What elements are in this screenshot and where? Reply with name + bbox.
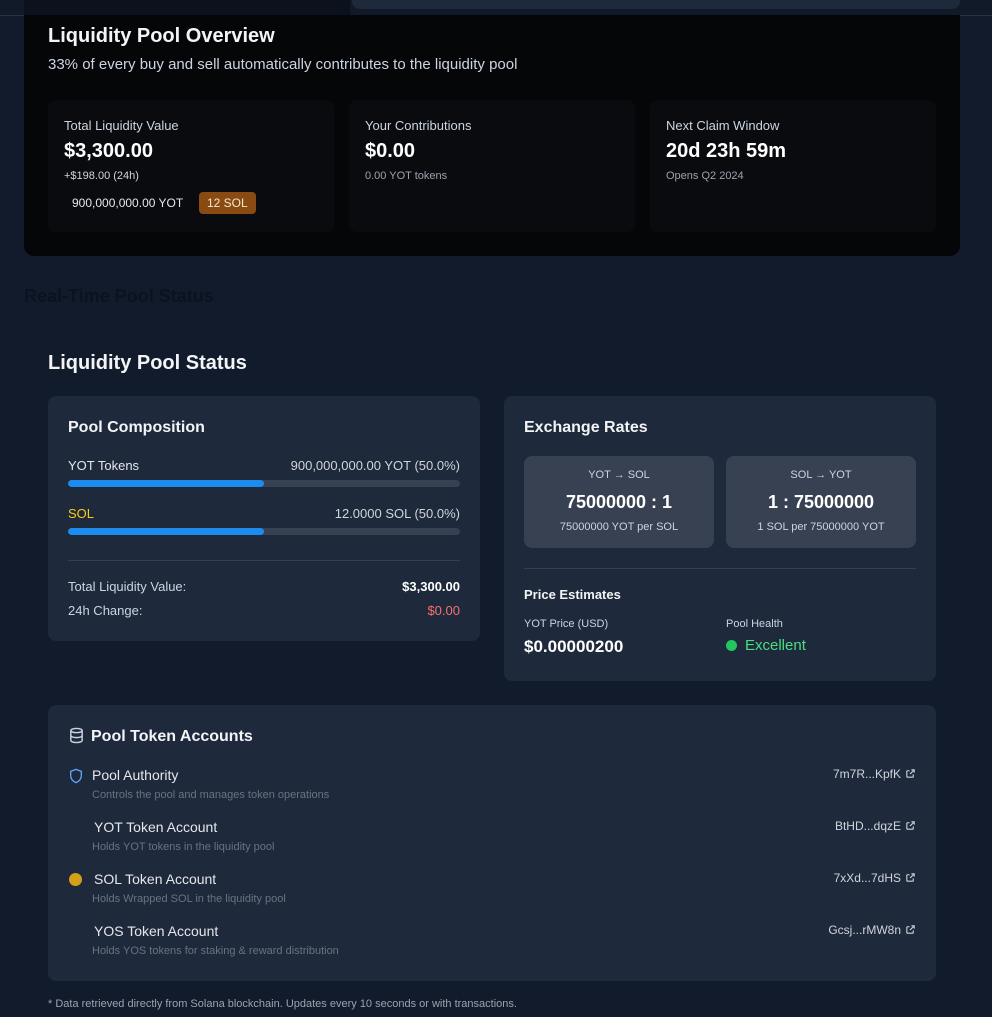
yot-price-label: YOT Price (USD) [524,618,609,630]
rate-ratio: 75000000 : 1 [565,492,673,512]
account-address: 7xXd...7dHS [833,871,901,885]
shield-icon [70,768,82,784]
card-label: Next Claim Window [666,118,780,133]
price-estimates-title: Price Estimates [524,587,621,602]
account-address: BtHD...dqzE [834,819,901,833]
card-detail: Opens Q2 2024 [666,170,744,182]
pool-composition-panel: Pool Composition YOT Tokens 900,000,000.… [48,396,480,641]
change-24h-value: $0.00 [427,603,460,618]
exchange-rates-title: Exchange Rates [524,419,648,436]
external-link-icon [906,873,915,882]
account-address: Gcsj...rMW8n [828,923,901,937]
rate-ratio: 1 : 75000000 [767,492,875,512]
composition-amount: 900,000,000.00 YOT (50.0%) [290,458,460,473]
account-desc: Holds Wrapped SOL in the liquidity pool [92,893,286,905]
rate-box-yot-sol: YOT → SOL 75000000 : 1 75000000 YOT per … [524,456,714,548]
divider [524,568,916,569]
yot-balance-badge: 900,000,000.00 YOT [64,192,192,214]
total-liquidity-card: Total Liquidity Value $3,300.00 +$198.00… [48,100,334,232]
pool-token-accounts-header: Pool Token Accounts [68,727,253,746]
total-liquidity-label: Total Liquidity Value: [68,579,187,594]
pool-composition-title: Pool Composition [68,419,205,436]
composition-bar-fill [68,480,264,487]
data-footnote: * Data retrieved directly from Solana bl… [48,998,517,1010]
card-detail: +$198.00 (24h) [64,170,139,182]
external-link-icon [906,821,915,830]
account-title: SOL Token Account [94,871,217,887]
composition-bar-fill [68,528,264,535]
account-title: Pool Authority [92,767,179,783]
account-desc: Holds YOT tokens in the liquidity pool [92,841,275,853]
section-label: Real-Time Pool Status [24,286,214,306]
pool-health-value: Excellent [745,637,806,654]
liquidity-overview-panel: Liquidity Pool Overview 33% of every buy… [24,15,960,256]
composition-bar [68,528,460,535]
divider [68,560,460,561]
next-claim-card: Next Claim Window 20d 23h 59m Opens Q2 2… [650,100,936,232]
rate-per: 1 SOL per 75000000 YOT [757,521,885,533]
composition-bar [68,480,460,487]
database-icon [70,727,83,744]
account-address-link[interactable]: 7m7R...KpfK [833,767,916,781]
account-address: 7m7R...KpfK [832,767,901,781]
exchange-rates-panel: Exchange Rates YOT → SOL 75000000 : 1 75… [504,396,936,681]
account-desc: Controls the pool and manages token oper… [92,789,330,801]
composition-amount: 12.0000 SOL (50.0%) [334,506,460,521]
top-right-panel [352,0,960,9]
pool-token-accounts-title: Pool Token Accounts [91,728,253,745]
health-dot-icon [726,640,737,651]
your-contributions-card: Your Contributions $0.00 0.00 YOT tokens [349,100,635,232]
account-address-link[interactable]: BtHD...dqzE [835,819,916,833]
account-address-link[interactable]: 7xXd...7dHS [834,871,916,885]
pool-health-label: Pool Health [726,618,783,630]
card-detail: 0.00 YOT tokens [365,170,448,182]
account-desc: Holds YOS tokens for staking & reward di… [92,945,339,957]
external-link-icon [906,925,915,934]
account-title: YOT Token Account [94,819,218,835]
change-24h-label: 24h Change: [68,603,143,618]
total-liquidity-value: $3,300.00 [402,579,460,594]
card-value: $0.00 [365,140,416,162]
external-link-icon [906,769,915,778]
rate-pair: SOL → YOT [790,469,852,481]
composition-name: SOL [68,506,95,521]
pool-token-accounts-panel: Pool Token Accounts Pool Authority Contr… [48,705,936,981]
sol-dot-icon [69,873,82,886]
account-title: YOS Token Account [94,923,219,939]
top-left-panel [24,0,350,16]
yot-price-value: $0.00000200 [524,637,624,656]
overview-subtitle: 33% of every buy and sell automatically … [48,56,518,73]
composition-name: YOT Tokens [68,458,140,473]
card-value: 20d 23h 59m [666,140,787,162]
card-label: Total Liquidity Value [64,118,179,133]
rate-per: 75000000 YOT per SOL [559,521,679,533]
rate-pair: YOT → SOL [588,469,650,481]
rate-box-sol-yot: SOL → YOT 1 : 75000000 1 SOL per 7500000… [726,456,916,548]
pool-health-status: Excellent [726,637,806,654]
card-value: $3,300.00 [64,140,153,162]
pool-status-title: Liquidity Pool Status [48,352,247,374]
overview-title: Liquidity Pool Overview [48,25,275,47]
card-label: Your Contributions [365,118,472,133]
account-address-link[interactable]: Gcsj...rMW8n [828,923,916,937]
sol-balance-badge: 12 SOL [199,192,256,214]
top-bar [0,0,992,16]
